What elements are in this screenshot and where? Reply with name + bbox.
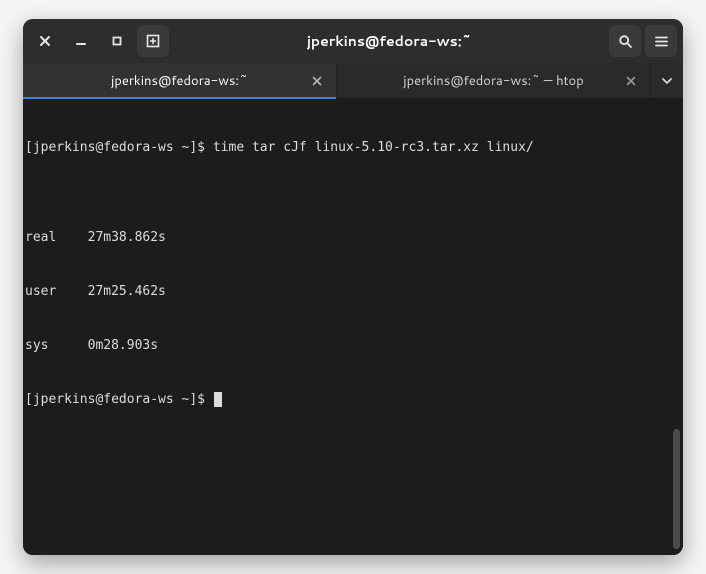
tab-close-button[interactable] xyxy=(622,72,640,90)
terminal-line: user 27m25.462s xyxy=(25,283,679,301)
close-icon xyxy=(312,76,322,86)
search-icon xyxy=(618,34,633,49)
minimize-icon xyxy=(75,35,87,47)
scrollbar-thumb[interactable] xyxy=(673,429,680,549)
hamburger-icon xyxy=(654,34,669,49)
tab-2[interactable]: jperkins@fedora-ws:~ — htop xyxy=(337,63,651,98)
close-window-button[interactable] xyxy=(29,25,61,57)
tabbar: jperkins@fedora-ws:~ jperkins@fedora-ws:… xyxy=(23,63,683,99)
terminal-line: sys 0m28.903s xyxy=(25,337,679,355)
window-title: jperkins@fedora-ws:~ xyxy=(173,31,605,51)
tabs-dropdown-button[interactable] xyxy=(651,63,683,98)
tab-label: jperkins@fedora-ws:~ xyxy=(81,72,278,90)
maximize-window-button[interactable] xyxy=(101,25,133,57)
minimize-window-button[interactable] xyxy=(65,25,97,57)
terminal-line: real 27m38.862s xyxy=(25,229,679,247)
menu-button[interactable] xyxy=(645,25,677,57)
search-button[interactable] xyxy=(609,25,641,57)
terminal-line: [jperkins@fedora-ws ~]$ time tar cJf lin… xyxy=(25,139,679,157)
command: time tar cJf linux-5.10-rc3.tar.xz linux… xyxy=(213,140,534,155)
close-icon xyxy=(626,76,636,86)
new-tab-button[interactable] xyxy=(137,25,169,57)
terminal-window: jperkins@fedora-ws:~ jperkins@fedora-ws:… xyxy=(23,19,683,555)
new-tab-icon xyxy=(145,33,161,49)
tab-close-button[interactable] xyxy=(308,72,326,90)
prompt: [jperkins@fedora-ws ~]$ xyxy=(25,392,213,407)
prompt: [jperkins@fedora-ws ~]$ xyxy=(25,140,213,155)
terminal-line: [jperkins@fedora-ws ~]$ xyxy=(25,391,679,409)
chevron-down-icon xyxy=(661,75,673,87)
tab-label: jperkins@fedora-ws:~ — htop xyxy=(373,72,613,90)
close-icon xyxy=(39,35,51,47)
titlebar: jperkins@fedora-ws:~ xyxy=(23,19,683,63)
maximize-icon xyxy=(111,35,123,47)
tab-1[interactable]: jperkins@fedora-ws:~ xyxy=(23,63,337,98)
cursor xyxy=(214,392,222,407)
terminal-area[interactable]: [jperkins@fedora-ws ~]$ time tar cJf lin… xyxy=(23,99,683,555)
